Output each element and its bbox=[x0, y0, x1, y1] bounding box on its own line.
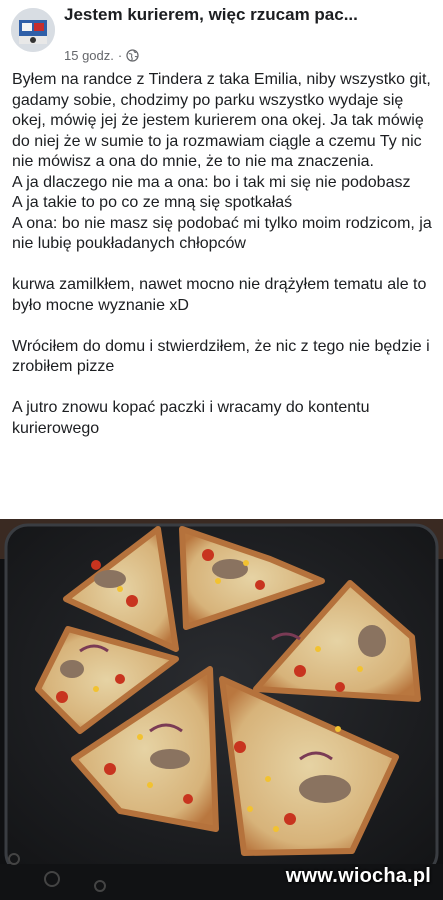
post-text: Byłem na randce z Tindera z taka Emilia,… bbox=[12, 70, 432, 439]
post-time[interactable]: 15 godz. bbox=[64, 48, 114, 63]
page-avatar[interactable] bbox=[11, 8, 55, 52]
post-photo[interactable]: www.wiocha.pl bbox=[0, 519, 443, 900]
post-paragraph: Wróciłem do domu i stwierdziłem, że nic … bbox=[12, 337, 435, 376]
post-meta: 15 godz. · bbox=[64, 48, 139, 63]
facebook-post: Jestem kurierem, więc rzucam pac... 15 g… bbox=[0, 0, 443, 900]
globe-icon bbox=[126, 49, 139, 62]
post-paragraph: kurwa zamilkłem, nawet mocno nie drążyłe… bbox=[12, 276, 431, 314]
pizza-photo bbox=[0, 519, 443, 900]
post-header: Jestem kurierem, więc rzucam pac... 15 g… bbox=[0, 0, 443, 66]
avatar-image bbox=[11, 8, 55, 52]
post-paragraph: A jutro znowu kopać paczki i wracamy do … bbox=[12, 399, 374, 437]
meta-separator: · bbox=[117, 48, 123, 63]
watermark: www.wiocha.pl bbox=[285, 865, 431, 887]
page-title[interactable]: Jestem kurierem, więc rzucam pac... bbox=[64, 4, 394, 25]
post-paragraph: Byłem na randce z Tindera z taka Emilia,… bbox=[12, 71, 432, 252]
